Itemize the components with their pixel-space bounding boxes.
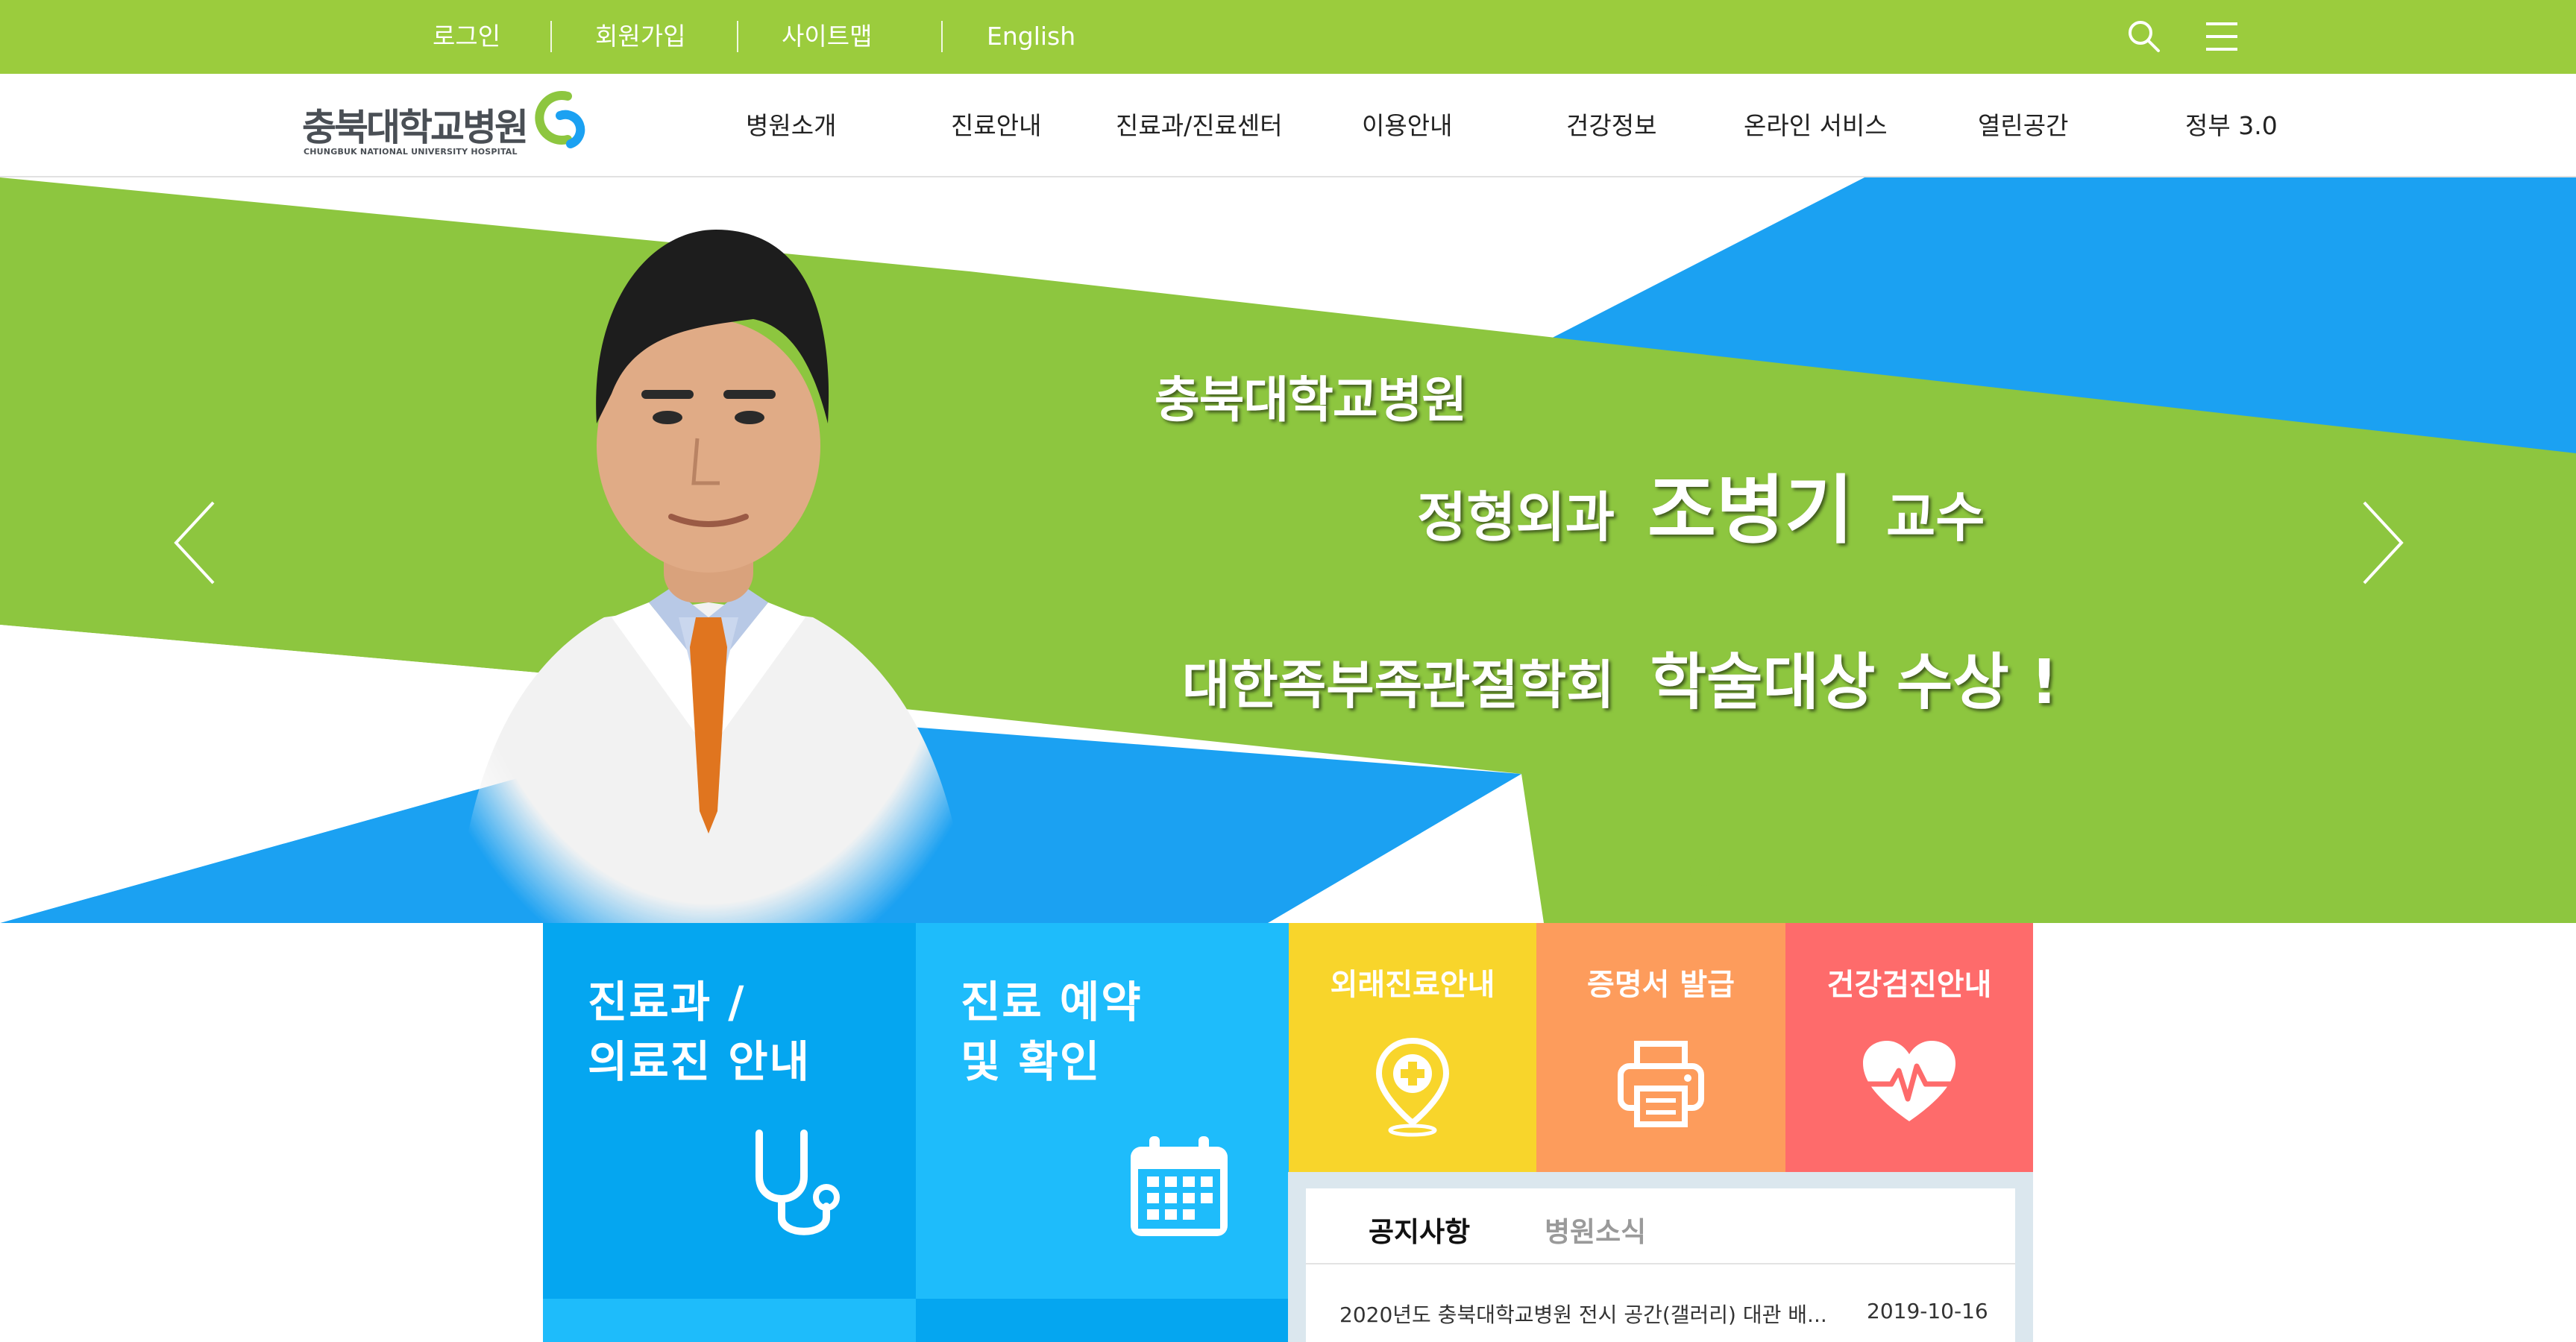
calendar-icon bbox=[1131, 1136, 1228, 1236]
notice-item-date: 2019-10-16 bbox=[1867, 1299, 1988, 1323]
departments-tile-line1: 진료과 / bbox=[588, 977, 746, 1027]
location-pin-icon bbox=[1375, 1037, 1450, 1137]
nav-gov-30[interactable]: 정부 3.0 bbox=[2185, 105, 2278, 147]
nav-hospital-intro[interactable]: 병원소개 bbox=[746, 105, 836, 147]
departments-tile[interactable]: 진료과 / 의료진 안내 bbox=[543, 923, 916, 1342]
nav-departments[interactable]: 진료과/진료센터 bbox=[1116, 105, 1283, 147]
utility-divider bbox=[941, 21, 943, 52]
hero-background bbox=[0, 177, 2576, 923]
search-icon[interactable] bbox=[2124, 16, 2164, 57]
logo-mark-icon bbox=[535, 91, 585, 148]
chevron-left-icon[interactable] bbox=[169, 498, 228, 587]
reservation-tile-line2: 및 확인 bbox=[961, 1036, 1102, 1087]
outpatient-tile[interactable]: 외래진료안내 bbox=[1289, 923, 1536, 1172]
outpatient-tile-label: 외래진료안내 bbox=[1330, 968, 1495, 1002]
hero-award-line: 대한족부족관절학회 학술대상 수상 ! bbox=[1182, 632, 2058, 721]
login-link[interactable]: 로그인 bbox=[433, 16, 500, 57]
tab-notices[interactable]: 공지사항 bbox=[1369, 1209, 1470, 1250]
logo-subtitle: CHUNGBUK NATIONAL UNIVERSITY HOSPITAL bbox=[304, 147, 518, 157]
reservation-tile-line1: 진료 예약 bbox=[961, 977, 1143, 1027]
signup-link[interactable]: 회원가입 bbox=[595, 16, 685, 57]
hero-professor-title: 교수 bbox=[1885, 486, 1985, 549]
reservation-tile-title: 진료 예약 및 확인 bbox=[961, 972, 1143, 1091]
hero-society: 대한족부족관절학회 bbox=[1182, 655, 1615, 716]
notice-item-title[interactable]: 2020년도 충북대학교병원 전시 공간(갤러리) 대관 배... bbox=[1339, 1299, 1827, 1329]
hero-hospital-name: 충북대학교병원 bbox=[1155, 371, 1467, 429]
chevron-right-icon[interactable] bbox=[2349, 498, 2409, 587]
notice-divider bbox=[1306, 1263, 2015, 1264]
nav-usage-guide[interactable]: 이용안내 bbox=[1362, 105, 1452, 147]
certificate-tile-label: 증명서 발급 bbox=[1587, 968, 1735, 1002]
hero-professor-name: 조병기 bbox=[1647, 467, 1853, 554]
tab-hospital-news[interactable]: 병원소식 bbox=[1545, 1209, 1646, 1250]
heart-pulse-icon bbox=[1862, 1041, 1957, 1121]
departments-tile-line2: 의료진 안내 bbox=[588, 1036, 811, 1087]
utility-divider bbox=[737, 21, 738, 52]
notice-box: 공지사항 병원소식 2020년도 충북대학교병원 전시 공간(갤러리) 대관 배… bbox=[1306, 1188, 2015, 1342]
hero-professor-line: 정형외과 조병기 교수 bbox=[1417, 450, 1985, 558]
nav-online-service[interactable]: 온라인 서비스 bbox=[1744, 105, 1888, 147]
slide-indicator-dot[interactable] bbox=[1690, 856, 1720, 886]
departments-tile-footer bbox=[543, 1299, 916, 1342]
hospital-logo[interactable]: 충북대학교병원 CHUNGBUK NATIONAL UNIVERSITY HOS… bbox=[302, 84, 600, 166]
utility-divider bbox=[550, 21, 552, 52]
utility-bar: 로그인 회원가입 사이트맵 English bbox=[0, 0, 2576, 74]
hero-award: 학술대상 수상 ! bbox=[1650, 647, 2058, 718]
checkup-tile[interactable]: 건강검진안내 bbox=[1785, 923, 2033, 1172]
reservation-tile-footer bbox=[916, 1299, 1289, 1342]
notice-panel: 공지사항 병원소식 2020년도 충북대학교병원 전시 공간(갤러리) 대관 배… bbox=[1288, 1172, 2033, 1342]
printer-icon bbox=[1618, 1041, 1704, 1127]
nav-open-space[interactable]: 열린공간 bbox=[1978, 105, 2068, 147]
hero-banner[interactable]: 충북대학교병원 정형외과 조병기 교수 대한족부족관절학회 학술대상 수상 ! bbox=[0, 177, 2576, 923]
checkup-tile-label: 건강검진안내 bbox=[1826, 968, 1992, 1002]
certificate-tile[interactable]: 증명서 발급 bbox=[1536, 923, 1785, 1172]
departments-tile-title: 진료과 / 의료진 안내 bbox=[588, 972, 811, 1091]
nav-treatment-guide[interactable]: 진료안내 bbox=[951, 105, 1041, 147]
hamburger-menu-icon[interactable] bbox=[2202, 16, 2242, 57]
english-link[interactable]: English bbox=[987, 16, 1075, 57]
logo-text: 충북대학교병원 bbox=[302, 106, 529, 149]
nav-health-info[interactable]: 건강정보 bbox=[1566, 105, 1656, 147]
main-header: 충북대학교병원 CHUNGBUK NATIONAL UNIVERSITY HOS… bbox=[0, 74, 2576, 177]
hero-department: 정형외과 bbox=[1417, 486, 1615, 549]
sitemap-link[interactable]: 사이트맵 bbox=[782, 16, 872, 57]
reservation-tile[interactable]: 진료 예약 및 확인 bbox=[916, 923, 1289, 1342]
stethoscope-icon bbox=[755, 1130, 840, 1235]
professor-photo bbox=[456, 230, 969, 923]
